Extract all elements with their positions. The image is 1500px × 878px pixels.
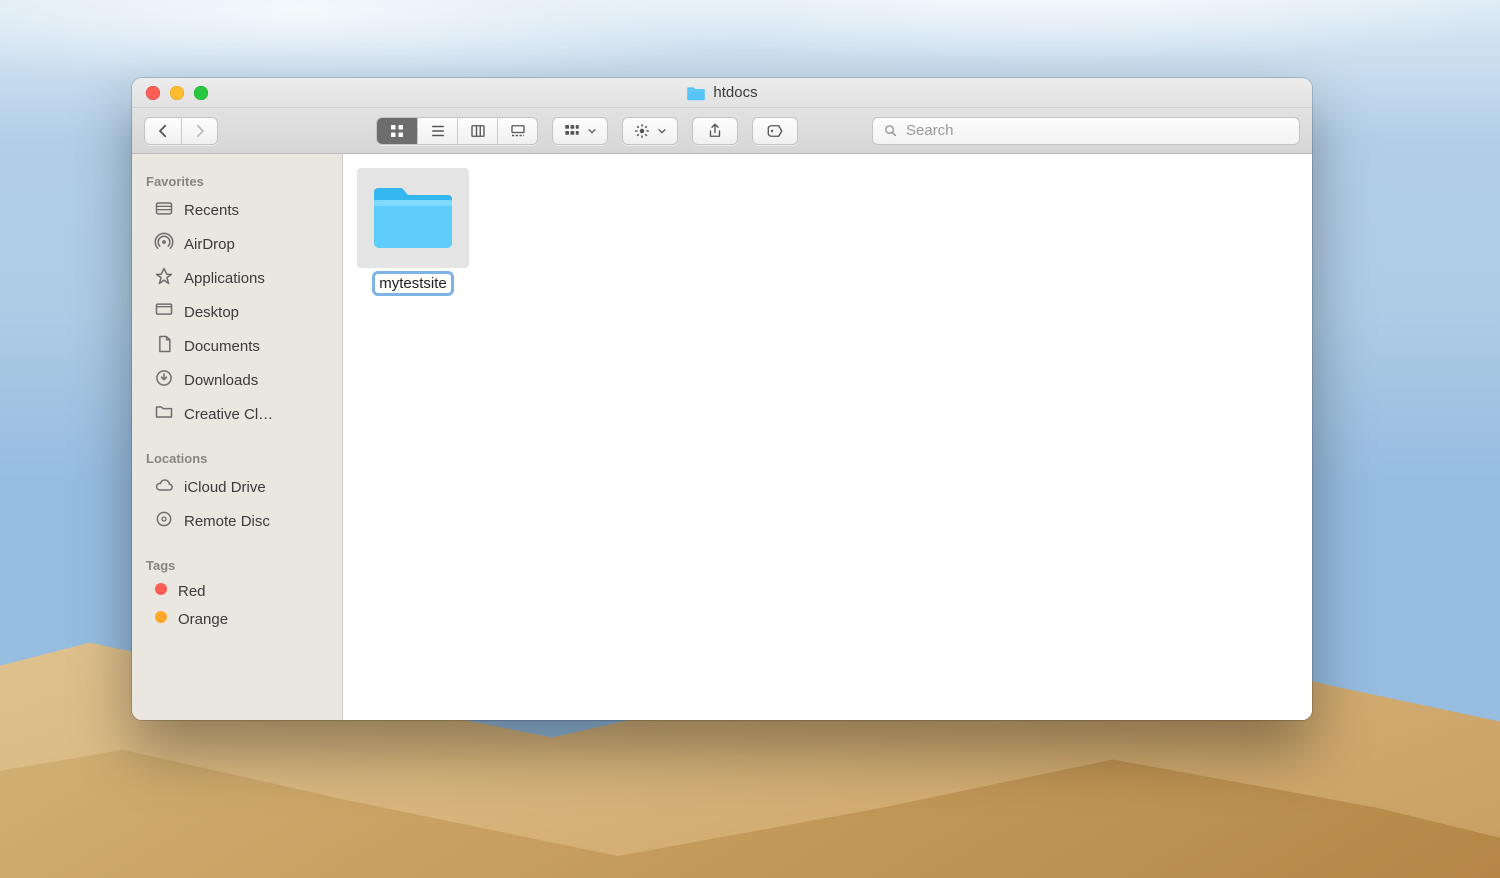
toolbar bbox=[132, 108, 1312, 154]
column-view-button[interactable] bbox=[457, 118, 497, 144]
sidebar-item-label: Remote Disc bbox=[184, 513, 270, 530]
folder-icon bbox=[370, 184, 456, 252]
sidebar-item-downloads[interactable]: Downloads bbox=[132, 363, 342, 397]
zoom-button[interactable] bbox=[194, 86, 208, 100]
gallery-view-button[interactable] bbox=[497, 118, 537, 144]
back-button[interactable] bbox=[145, 118, 181, 144]
sidebar-item-remote-disc[interactable]: Remote Disc bbox=[132, 504, 342, 538]
search-icon bbox=[883, 123, 898, 138]
sidebar-item-creative-cloud[interactable]: Creative Cl… bbox=[132, 397, 342, 431]
file-name-label[interactable]: mytestsite bbox=[375, 274, 451, 293]
forward-button[interactable] bbox=[181, 118, 217, 144]
view-segmented bbox=[376, 117, 538, 145]
window-title-text: htdocs bbox=[713, 84, 757, 101]
cloud-icon bbox=[154, 475, 174, 499]
chevron-down-icon bbox=[657, 126, 667, 136]
list-view-button[interactable] bbox=[417, 118, 457, 144]
action-button[interactable] bbox=[622, 117, 678, 145]
documents-icon bbox=[154, 334, 174, 358]
downloads-icon bbox=[154, 368, 174, 392]
group-by-button[interactable] bbox=[552, 117, 608, 145]
window-title: htdocs bbox=[132, 84, 1312, 101]
sidebar-item-label: Applications bbox=[184, 270, 265, 287]
folder-icon bbox=[686, 85, 706, 101]
traffic-lights bbox=[146, 86, 208, 100]
sidebar-item-label: Downloads bbox=[184, 372, 258, 389]
sidebar-item-label: Recents bbox=[184, 202, 239, 219]
sidebar-item-icloud[interactable]: iCloud Drive bbox=[132, 470, 342, 504]
sidebar-item-desktop[interactable]: Desktop bbox=[132, 295, 342, 329]
sidebar-item-documents[interactable]: Documents bbox=[132, 329, 342, 363]
sidebar-tag-orange[interactable]: Orange bbox=[132, 605, 342, 633]
sidebar-section-tags: Tags Red Orange bbox=[132, 552, 342, 633]
sidebar-item-label: Documents bbox=[184, 338, 260, 355]
finder-window: htdocs bbox=[132, 78, 1312, 720]
window-body: Favorites Recents AirDrop Applications D… bbox=[132, 154, 1312, 720]
file-item-folder[interactable]: mytestsite bbox=[357, 168, 469, 293]
search-input[interactable] bbox=[906, 122, 1289, 139]
titlebar[interactable]: htdocs bbox=[132, 78, 1312, 108]
airdrop-icon bbox=[154, 232, 174, 256]
sidebar-section-favorites: Favorites Recents AirDrop Applications D… bbox=[132, 168, 342, 431]
sidebar-item-label: Orange bbox=[178, 611, 228, 628]
sidebar-item-airdrop[interactable]: AirDrop bbox=[132, 227, 342, 261]
content-area[interactable]: mytestsite bbox=[343, 154, 1312, 720]
sidebar-item-label: Red bbox=[178, 583, 206, 600]
tags-button[interactable] bbox=[752, 117, 798, 145]
sidebar: Favorites Recents AirDrop Applications D… bbox=[132, 154, 343, 720]
sidebar-tag-red[interactable]: Red bbox=[132, 577, 342, 605]
search-field[interactable] bbox=[872, 117, 1300, 145]
sidebar-heading: Tags bbox=[132, 552, 342, 577]
sidebar-section-locations: Locations iCloud Drive Remote Disc bbox=[132, 445, 342, 538]
sidebar-item-applications[interactable]: Applications bbox=[132, 261, 342, 295]
sidebar-heading: Locations bbox=[132, 445, 342, 470]
applications-icon bbox=[154, 266, 174, 290]
sidebar-heading: Favorites bbox=[132, 168, 342, 193]
sidebar-item-recents[interactable]: Recents bbox=[132, 193, 342, 227]
minimize-button[interactable] bbox=[170, 86, 184, 100]
sidebar-item-label: Creative Cl… bbox=[184, 406, 273, 423]
nav-segmented bbox=[144, 117, 218, 145]
folder-icon bbox=[154, 402, 174, 426]
close-button[interactable] bbox=[146, 86, 160, 100]
share-button[interactable] bbox=[692, 117, 738, 145]
chevron-down-icon bbox=[587, 126, 597, 136]
disc-icon bbox=[154, 509, 174, 533]
recents-icon bbox=[154, 198, 174, 222]
tag-dot-icon bbox=[154, 582, 168, 600]
desktop-icon bbox=[154, 300, 174, 324]
file-icon bbox=[357, 168, 469, 268]
sidebar-item-label: iCloud Drive bbox=[184, 479, 266, 496]
sidebar-item-label: AirDrop bbox=[184, 236, 235, 253]
sidebar-item-label: Desktop bbox=[184, 304, 239, 321]
icon-view-button[interactable] bbox=[377, 118, 417, 144]
tag-dot-icon bbox=[154, 610, 168, 628]
